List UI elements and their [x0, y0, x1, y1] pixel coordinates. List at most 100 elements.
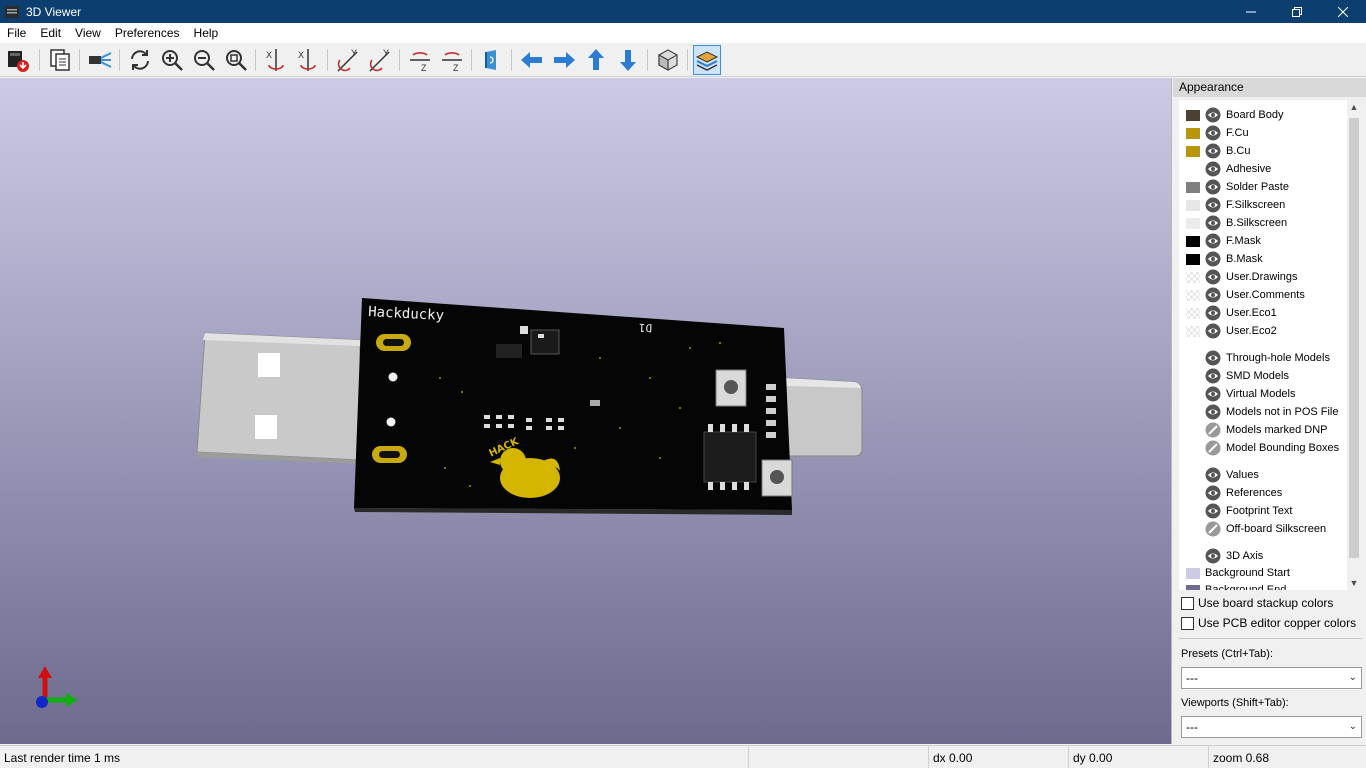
layer-row-references[interactable]: References: [1179, 484, 1347, 502]
reload-button[interactable]: [126, 45, 154, 75]
layer-row-values[interactable]: Values: [1179, 466, 1347, 484]
eye-icon[interactable]: [1205, 197, 1221, 213]
rotate-x-cw-button[interactable]: X: [262, 45, 290, 75]
move-up-button[interactable]: [582, 45, 610, 75]
layer-row-background-start[interactable]: Background Start: [1179, 564, 1347, 582]
move-right-button[interactable]: [550, 45, 578, 75]
close-button[interactable]: [1320, 0, 1366, 23]
eye-off-icon[interactable]: [1205, 422, 1221, 438]
eye-off-icon[interactable]: [1205, 440, 1221, 456]
layer-row-user-eco1[interactable]: User.Eco1: [1179, 304, 1347, 322]
presets-select[interactable]: --- ⌄: [1181, 667, 1362, 689]
3d-viewport[interactable]: Hackducky D1 HACK: [0, 78, 1172, 744]
eye-icon[interactable]: [1205, 548, 1221, 564]
layer-row-3d-axis[interactable]: 3D Axis: [1179, 547, 1347, 565]
eye-icon[interactable]: [1205, 161, 1221, 177]
use-copper-colors-checkbox[interactable]: Use PCB editor copper colors: [1181, 616, 1356, 630]
move-down-button[interactable]: [614, 45, 642, 75]
color-swatch[interactable]: [1186, 289, 1200, 301]
color-swatch[interactable]: [1186, 567, 1200, 579]
eye-icon[interactable]: [1205, 233, 1221, 249]
rotate-z-cw-button[interactable]: Z: [406, 45, 434, 75]
eye-icon[interactable]: [1205, 404, 1221, 420]
eye-icon[interactable]: [1205, 467, 1221, 483]
layer-row-model-bounding-boxes[interactable]: Model Bounding Boxes: [1179, 439, 1347, 457]
move-left-button[interactable]: [518, 45, 546, 75]
layer-row-off-board-silkscreen[interactable]: Off-board Silkscreen: [1179, 520, 1347, 538]
rotate-z-ccw-button[interactable]: Z: [438, 45, 466, 75]
color-swatch[interactable]: [1186, 325, 1200, 337]
scrollbar-thumb[interactable]: [1349, 118, 1359, 558]
use-stackup-colors-checkbox[interactable]: Use board stackup colors: [1181, 596, 1333, 610]
layer-row-f-silkscreen[interactable]: F.Silkscreen: [1179, 196, 1347, 214]
layer-row-background-end[interactable]: Background End: [1179, 581, 1347, 590]
eye-icon[interactable]: [1205, 485, 1221, 501]
zoom-in-button[interactable]: [158, 45, 186, 75]
flip-board-button[interactable]: [478, 45, 506, 75]
eye-off-icon[interactable]: [1205, 521, 1221, 537]
eye-icon[interactable]: [1205, 386, 1221, 402]
color-swatch[interactable]: [1186, 164, 1200, 175]
eye-icon[interactable]: [1205, 350, 1221, 366]
layer-row-user-comments[interactable]: User.Comments: [1179, 286, 1347, 304]
color-swatch[interactable]: [1186, 217, 1200, 229]
color-swatch[interactable]: [1186, 199, 1200, 211]
layer-row-b-mask[interactable]: B.Mask: [1179, 250, 1347, 268]
menu-view[interactable]: View: [68, 23, 108, 43]
viewports-select[interactable]: --- ⌄: [1181, 716, 1362, 738]
layer-row-f-mask[interactable]: F.Mask: [1179, 232, 1347, 250]
layer-list-scrollbar[interactable]: ▲ ▼: [1347, 100, 1361, 590]
eye-icon[interactable]: [1205, 287, 1221, 303]
eye-icon[interactable]: [1205, 368, 1221, 384]
rotate-y-cw-button[interactable]: Y: [334, 45, 362, 75]
scroll-up-icon[interactable]: ▲: [1347, 100, 1361, 114]
restore-button[interactable]: [1274, 0, 1320, 23]
color-swatch[interactable]: [1186, 109, 1200, 121]
layer-row-models-not-in-pos-file[interactable]: Models not in POS File: [1179, 403, 1347, 421]
color-swatch[interactable]: [1186, 127, 1200, 139]
layer-row-smd-models[interactable]: SMD Models: [1179, 367, 1347, 385]
layer-row-f-cu[interactable]: F.Cu: [1179, 124, 1347, 142]
eye-icon[interactable]: [1205, 215, 1221, 231]
layer-row-through-hole-models[interactable]: Through-hole Models: [1179, 349, 1347, 367]
menu-help[interactable]: Help: [187, 23, 226, 43]
eye-icon[interactable]: [1205, 251, 1221, 267]
eye-icon[interactable]: [1205, 125, 1221, 141]
color-swatch[interactable]: [1186, 253, 1200, 265]
export-image-button[interactable]: [4, 45, 32, 75]
menu-edit[interactable]: Edit: [33, 23, 68, 43]
color-swatch[interactable]: [1186, 181, 1200, 193]
layer-row-solder-paste[interactable]: Solder Paste: [1179, 178, 1347, 196]
color-swatch[interactable]: [1186, 584, 1200, 590]
rotate-y-ccw-button[interactable]: Y: [366, 45, 394, 75]
eye-icon[interactable]: [1205, 269, 1221, 285]
layers-panel-toggle[interactable]: [693, 45, 721, 75]
eye-icon[interactable]: [1205, 179, 1221, 195]
layer-row-user-drawings[interactable]: User.Drawings: [1179, 268, 1347, 286]
minimize-button[interactable]: [1228, 0, 1274, 23]
layer-row-board-body[interactable]: Board Body: [1179, 106, 1347, 124]
rotate-x-ccw-button[interactable]: X: [294, 45, 322, 75]
eye-icon[interactable]: [1205, 305, 1221, 321]
layer-row-adhesive[interactable]: Adhesive: [1179, 160, 1347, 178]
scroll-down-icon[interactable]: ▼: [1347, 576, 1361, 590]
menu-file[interactable]: File: [0, 23, 33, 43]
color-swatch[interactable]: [1186, 271, 1200, 283]
eye-icon[interactable]: [1205, 107, 1221, 123]
layer-row-virtual-models[interactable]: Virtual Models: [1179, 385, 1347, 403]
layer-row-b-silkscreen[interactable]: B.Silkscreen: [1179, 214, 1347, 232]
zoom-fit-button[interactable]: [222, 45, 250, 75]
eye-icon[interactable]: [1205, 503, 1221, 519]
eye-icon[interactable]: [1205, 323, 1221, 339]
menu-preferences[interactable]: Preferences: [108, 23, 187, 43]
eye-icon[interactable]: [1205, 143, 1221, 159]
zoom-out-button[interactable]: [190, 45, 218, 75]
layer-row-models-marked-dnp[interactable]: Models marked DNP: [1179, 421, 1347, 439]
copy-to-clipboard-button[interactable]: [46, 45, 74, 75]
color-swatch[interactable]: [1186, 145, 1200, 157]
color-swatch[interactable]: [1186, 307, 1200, 319]
layer-row-user-eco2[interactable]: User.Eco2: [1179, 322, 1347, 340]
checkbox-box[interactable]: [1181, 596, 1194, 610]
layer-row-footprint-text[interactable]: Footprint Text: [1179, 502, 1347, 520]
checkbox-box[interactable]: [1181, 616, 1194, 630]
